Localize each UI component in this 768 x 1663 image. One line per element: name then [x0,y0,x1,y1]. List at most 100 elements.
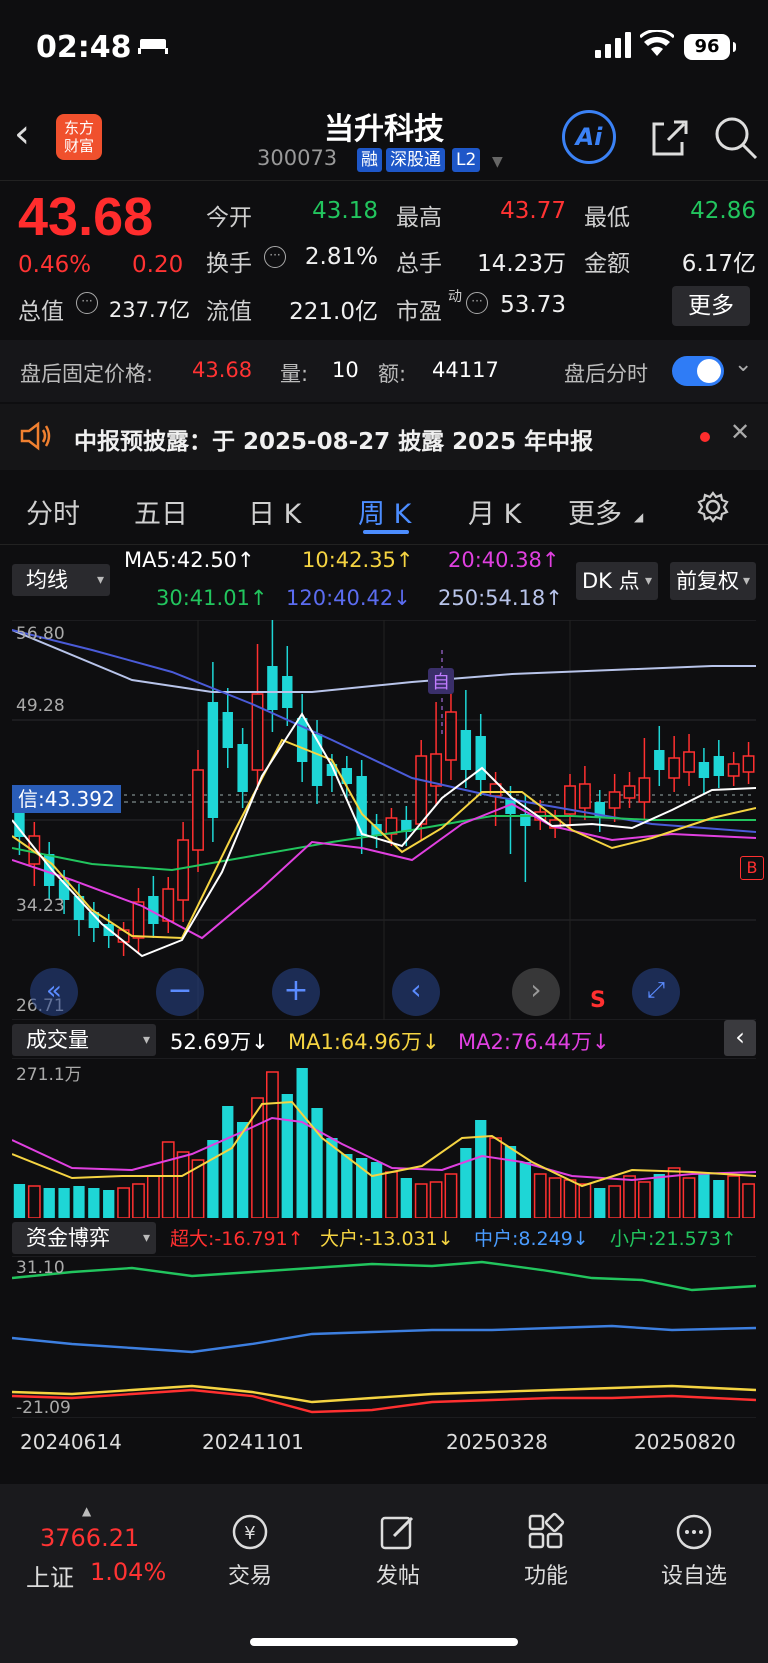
dk-point-button[interactable]: DK 点 [576,562,658,600]
nav-post[interactable]: 发帖 [353,1558,443,1590]
indicator-select-capital[interactable]: 资金博弈 [12,1222,156,1254]
ma5-value: MA5:42.50↑ [124,548,255,572]
capital-small: 小户:21.573↑ [610,1228,737,1250]
nav-watchlist[interactable]: 设自选 [649,1558,739,1590]
volume-bar [682,1177,696,1218]
index-value[interactable]: 3766.21 [40,1524,139,1552]
volume-bar [653,1174,665,1218]
price-adjust-button[interactable]: 前复权 [670,562,756,600]
volume-bar [281,1094,293,1218]
pe-value: 53.73 [500,292,566,318]
capital-super-large: 超大:-16.791↑ [170,1228,304,1250]
high-label: 最高 [396,205,442,231]
mktcap-label: 总值 [18,299,64,325]
volume-bar [460,1148,472,1218]
candle-body [177,839,190,901]
tab-daily[interactable]: 日 K [248,492,301,531]
index-change[interactable]: 1.04% [90,1558,166,1586]
chevron-down-icon[interactable]: ▼ [492,154,503,170]
amount-label: 金额 [584,251,630,277]
info-icon[interactable]: ··· [76,292,98,314]
volume-bar [13,1184,26,1218]
volume-bar [370,1162,383,1218]
amount-value: 6.17亿 [681,251,756,277]
info-icon[interactable]: ··· [264,246,286,268]
after-hours-vol-label: 量: [280,362,309,386]
capital-large: 大户:-13.031↓ [320,1228,454,1250]
volume-bar [475,1120,487,1218]
zoom-in-icon[interactable]: + [272,968,320,1016]
tab-five-day[interactable]: 五日 [134,492,188,531]
info-icon[interactable]: ··· [466,292,488,314]
buy-signal-marker: B [740,856,764,880]
candle-body [162,888,175,922]
nav-trade[interactable]: 交易 [205,1558,295,1590]
tag-margin: 融 [357,148,382,172]
after-hours-label: 盘后固定价格: [20,362,154,386]
tab-weekly[interactable]: 周 K [358,492,411,531]
volume-bar [73,1186,85,1218]
close-icon[interactable]: ✕ [730,418,750,446]
volume-bar [146,1175,160,1218]
date-label: 20250328 [446,1430,548,1454]
candle-body [460,730,472,770]
notice-bar[interactable]: 中报预披露：于 2025-08-27 披露 2025 年中报 ✕ [0,404,768,470]
nav-functions[interactable]: 功能 [501,1558,591,1590]
capital-chart[interactable] [12,1256,756,1418]
search-icon[interactable] [710,112,762,164]
next-icon[interactable]: › [512,968,560,1016]
tag-level2: L2 [452,148,481,172]
battery-indicator: 96 [684,34,736,60]
tab-intraday[interactable]: 分时 [26,492,80,531]
settings-gear-icon[interactable] [696,490,730,524]
previous-icon[interactable]: ‹ [392,968,440,1016]
share-icon[interactable] [642,112,694,164]
zoom-out-icon[interactable]: − [156,968,204,1016]
volume-bar [326,1138,338,1218]
period-tabs: 分时 五日 日 K 周 K 月 K 更多 ◢ [0,474,768,545]
volume-bar [504,1146,517,1218]
volume-bar [311,1108,323,1218]
kline-chart[interactable] [12,620,756,1020]
kline-y-max: 56.80 [16,624,65,644]
open-label: 今开 [206,205,252,231]
candle-body [727,763,740,777]
post-icon[interactable] [378,1512,418,1552]
index-name[interactable]: 上证 [26,1558,74,1593]
volume-bar [444,1173,458,1218]
watchlist-icon[interactable] [674,1512,714,1552]
volume-ma1: MA1:64.96万↓ [288,1030,440,1054]
date-label: 20240614 [20,1430,122,1454]
float-label: 流值 [206,299,252,325]
indicator-select-volume[interactable]: 成交量 [12,1024,156,1056]
rewind-icon[interactable]: « [30,968,78,1016]
indicator-select-ma[interactable]: 均线 [12,564,110,596]
float-value: 221.0亿 [289,299,378,325]
candle-body [638,777,651,803]
after-hours-price: 43.68 [192,358,253,382]
fullscreen-icon[interactable]: ⤢ [632,968,680,1016]
ma10-value: 10:42.35↑ [302,548,414,572]
volume-bar [58,1188,70,1218]
functions-grid-icon[interactable] [526,1512,566,1552]
sell-signal-marker: S [590,988,606,1013]
stock-code: 300073 [257,146,338,170]
volume-bar [578,1183,592,1218]
candle-body [623,785,636,799]
ma30-value: 30:41.01↑ [156,586,268,610]
ai-assistant-button[interactable]: Ai [562,110,616,164]
tab-monthly[interactable]: 月 K [468,492,521,531]
more-button[interactable]: 更多 [672,286,750,326]
volume-bar [519,1162,532,1218]
volume-bar [698,1172,710,1218]
collapse-panel-icon[interactable]: ‹ [724,1020,756,1056]
volume-bar [222,1106,234,1218]
candle-body [267,666,278,710]
chevron-down-icon[interactable]: ⌄ [734,352,752,377]
tab-more[interactable]: 更多 [568,492,622,531]
after-hours-toggle[interactable] [672,356,724,386]
stock-header: ‹ 东方 财富 当升科技 300073 融 深股通 L2 ▼ Ai [0,100,768,181]
cellular-signal-icon [595,32,631,58]
trade-icon[interactable]: ¥ [229,1512,271,1552]
volume-chart[interactable] [12,1058,756,1218]
